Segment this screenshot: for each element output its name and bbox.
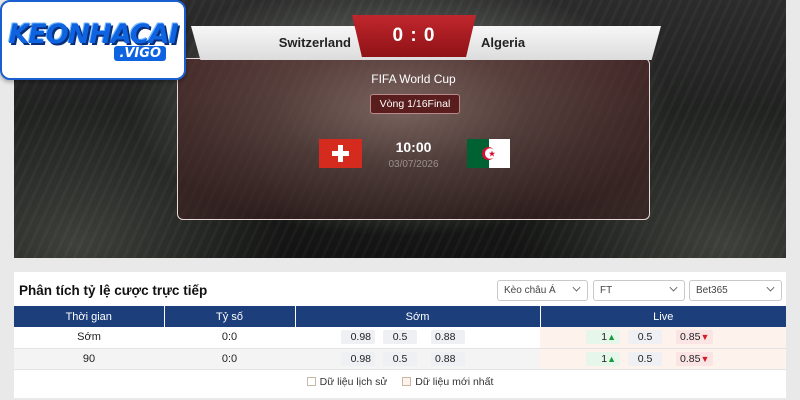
match-card: FIFA World Cup Vòng 1/16Final 10:00 03/0… [177, 58, 650, 220]
early-handicap: 0.5 [383, 330, 417, 345]
early-home-odds: 0.98 [341, 330, 375, 345]
live-handicap: 0.5 [628, 351, 662, 366]
away-team-name[interactable]: Algeria [481, 35, 525, 50]
period-select[interactable]: FT [593, 280, 685, 301]
table-row: 90 0:0 0.98 0.5 0.88 1▲ 0.5 0.85▼ [14, 348, 786, 370]
arrow-up-icon: ▲ [607, 332, 616, 343]
live-home-odds: 1▲ [586, 330, 620, 345]
col-score-header: Tỷ số [164, 306, 296, 327]
row-score: 0:0 [164, 327, 295, 349]
chevron-down-icon [669, 283, 678, 292]
table-legend: Dữ liệu lịch sử Dữ liệu mới nhất [14, 376, 786, 388]
col-time-header: Thời gian [14, 306, 165, 327]
bookmaker-select[interactable]: Bet365 [689, 280, 782, 301]
odds-panel-title: Phân tích tỷ lệ cược trực tiếp [19, 283, 208, 298]
live-away-odds: 0.85▼ [676, 330, 714, 345]
col-early-header: Sớm [295, 306, 541, 327]
market-select-value: Kèo châu Á [504, 285, 556, 296]
market-select[interactable]: Kèo châu Á [497, 280, 588, 301]
match-date: 03/07/2026 [388, 159, 439, 170]
table-header-row: Thời gian Tỷ số Sớm Live [14, 306, 786, 327]
row-score: 0:0 [164, 348, 295, 370]
arrow-down-icon: ▼ [700, 353, 710, 364]
legend-history: Dữ liệu lịch sử [306, 376, 387, 388]
live-home-odds: 1▲ [586, 351, 620, 366]
early-home-odds: 0.98 [341, 351, 375, 366]
odds-panel: Phân tích tỷ lệ cược trực tiếp Kèo châu … [14, 272, 786, 398]
arrow-down-icon: ▼ [700, 332, 710, 343]
early-handicap: 0.5 [383, 351, 417, 366]
legend-latest: Dữ liệu mới nhất [402, 376, 493, 388]
chevron-down-icon [572, 283, 581, 292]
early-away-odds: 0.88 [431, 330, 465, 345]
chevron-down-icon [766, 283, 775, 292]
row-time: Sớm [14, 327, 164, 349]
home-team-name[interactable]: Switzerland [279, 35, 351, 50]
row-time: 90 [14, 348, 164, 370]
live-handicap: 0.5 [628, 330, 662, 345]
site-logo[interactable]: KEONHACAI .VIGO [0, 0, 186, 80]
bookmaker-select-value: Bet365 [696, 285, 728, 296]
early-away-odds: 0.88 [431, 351, 465, 366]
legend-swatch-history [306, 377, 316, 386]
live-away-odds: 0.85▼ [676, 351, 714, 366]
logo-domain: .VIGO [114, 46, 166, 61]
col-live-header: Live [540, 306, 786, 327]
page: Switzerland Algeria 0 : 0 FIFA World Cup… [0, 0, 800, 400]
competition-name: FIFA World Cup [371, 72, 456, 86]
table-row: Sớm 0:0 0.98 0.5 0.88 1▲ 0.5 0.85▼ [14, 327, 786, 349]
algeria-flag-icon [467, 139, 510, 168]
legend-swatch-latest [402, 377, 412, 386]
round-badge: Vòng 1/16Final [370, 94, 460, 114]
arrow-up-icon: ▲ [607, 353, 616, 364]
match-score: 0 : 0 [352, 15, 476, 57]
odds-table: Thời gian Tỷ số Sớm Live Sớm 0:0 0.98 0.… [14, 306, 786, 370]
kickoff-time: 10:00 [395, 139, 432, 155]
period-select-value: FT [600, 285, 613, 296]
